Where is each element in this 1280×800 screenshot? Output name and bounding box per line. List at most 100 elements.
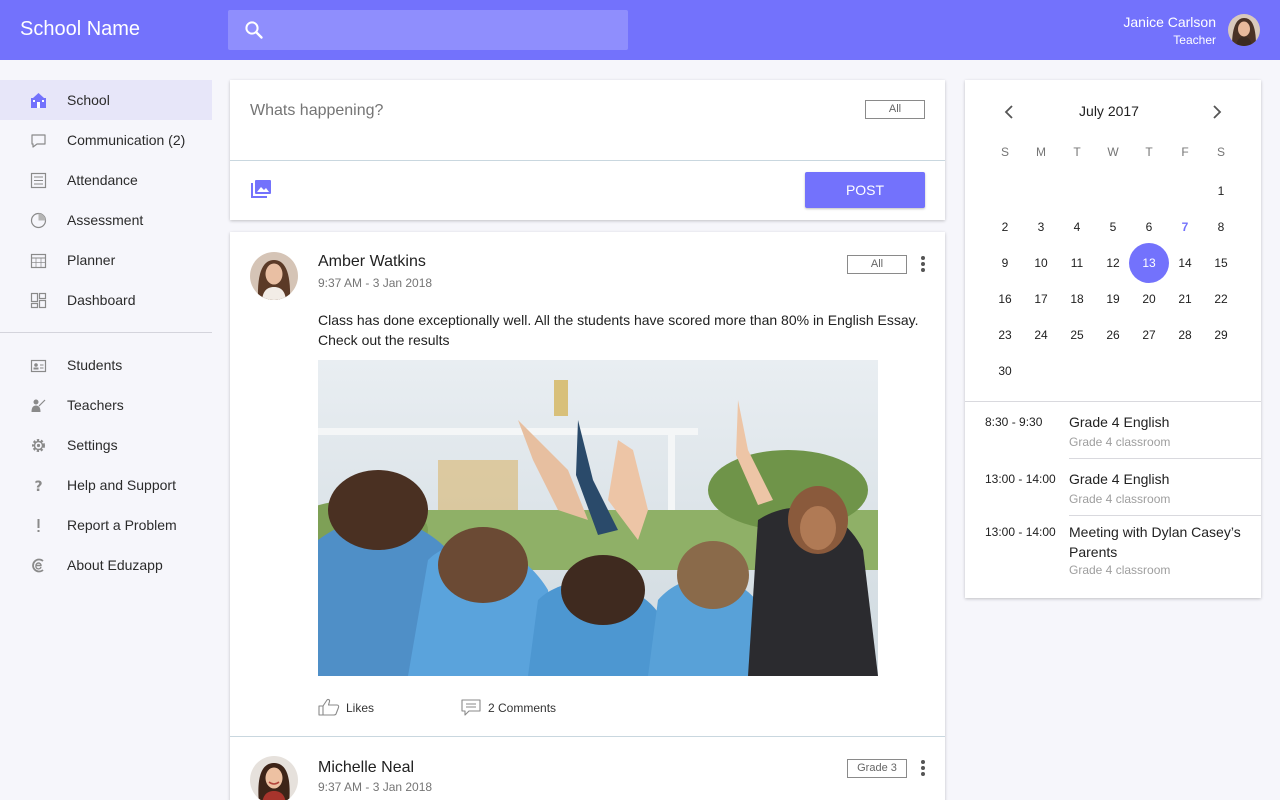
sidebar-item-report-problem[interactable]: Report a Problem bbox=[0, 505, 212, 545]
calendar-day[interactable]: 15 bbox=[1201, 243, 1241, 283]
search-icon bbox=[245, 21, 263, 39]
likes-label[interactable]: Likes bbox=[346, 701, 374, 715]
calendar-day[interactable]: 22 bbox=[1201, 279, 1241, 319]
calendar-day-selected[interactable]: 13 bbox=[1129, 243, 1169, 283]
calendar-day[interactable]: 1 bbox=[1201, 171, 1241, 211]
sidebar-item-label: Dashboard bbox=[67, 292, 136, 308]
weekday-label: W bbox=[1107, 145, 1119, 159]
post-button[interactable]: POST bbox=[805, 172, 925, 208]
post-author[interactable]: Amber Watkins bbox=[318, 253, 426, 271]
question-icon: ? bbox=[34, 479, 42, 494]
calendar-day[interactable]: 11 bbox=[1057, 243, 1097, 283]
calendar-card: July 2017 S M T W T F S 1 2 3 4 5 6 7 8 9 10 11 12 13 14 15 16… bbox=[965, 80, 1261, 598]
calendar-day[interactable]: 4 bbox=[1057, 207, 1097, 247]
id-card-icon bbox=[30, 359, 47, 373]
teacher-icon bbox=[31, 399, 46, 412]
sidebar-item-students[interactable]: Students bbox=[0, 345, 212, 385]
audience-selector[interactable]: All bbox=[865, 100, 925, 119]
sidebar-item-label: Teachers bbox=[67, 397, 124, 413]
comments-label[interactable]: 2 Comments bbox=[488, 701, 556, 715]
sidebar-item-label: Settings bbox=[67, 437, 118, 453]
event-time: 8:30 - 9:30 bbox=[985, 415, 1043, 429]
post-photo[interactable] bbox=[318, 360, 878, 676]
school-name: School Name bbox=[20, 18, 141, 40]
sidebar-primary: School Communication (2) Attendance Asse… bbox=[0, 80, 212, 320]
sidebar-item-assessment[interactable]: Assessment bbox=[0, 200, 212, 240]
event-title[interactable]: Meeting with Dylan Casey’s Parents bbox=[1069, 522, 1249, 562]
calendar-day[interactable]: 27 bbox=[1129, 315, 1169, 355]
event-location: Grade 4 classroom bbox=[1069, 435, 1171, 449]
event-time: 13:00 - 14:00 bbox=[985, 525, 1056, 539]
calendar-day[interactable]: 5 bbox=[1093, 207, 1133, 247]
school-icon bbox=[31, 93, 46, 108]
calendar-day[interactable]: 19 bbox=[1093, 279, 1133, 319]
calendar-day[interactable]: 26 bbox=[1093, 315, 1133, 355]
user-avatar[interactable] bbox=[1228, 14, 1260, 46]
calendar-day[interactable]: 16 bbox=[985, 279, 1025, 319]
sidebar-item-label: Report a Problem bbox=[67, 517, 177, 533]
calendar-day[interactable]: 24 bbox=[1021, 315, 1061, 355]
calendar-day[interactable]: 30 bbox=[985, 351, 1025, 391]
chevron-right-icon[interactable] bbox=[1211, 104, 1223, 120]
sidebar-item-help[interactable]: ? Help and Support bbox=[0, 465, 212, 505]
event-title[interactable]: Grade 4 English bbox=[1069, 412, 1249, 432]
post-author[interactable]: Michelle Neal bbox=[318, 759, 414, 777]
calendar-day[interactable]: 3 bbox=[1021, 207, 1061, 247]
weekday-label: S bbox=[1000, 145, 1009, 159]
calendar-day[interactable]: 2 bbox=[985, 207, 1025, 247]
calendar-day[interactable]: 20 bbox=[1129, 279, 1169, 319]
image-icon[interactable] bbox=[250, 179, 272, 199]
sidebar-item-teachers[interactable]: Teachers bbox=[0, 385, 212, 425]
event-location: Grade 4 classroom bbox=[1069, 492, 1171, 506]
post-divider bbox=[230, 736, 945, 737]
post-composer: Whats happening? All POST bbox=[230, 80, 945, 220]
sidebar-item-settings[interactable]: Settings bbox=[0, 425, 212, 465]
feed-card: Amber Watkins 9:37 AM - 3 Jan 2018 All C… bbox=[230, 232, 945, 800]
calendar-day[interactable]: 23 bbox=[985, 315, 1025, 355]
like-icon[interactable] bbox=[318, 698, 340, 716]
gear-icon bbox=[32, 439, 45, 452]
calendar-day[interactable]: 17 bbox=[1021, 279, 1061, 319]
sidebar-item-school[interactable]: School bbox=[0, 80, 212, 120]
post-audience-badge: Grade 3 bbox=[847, 759, 907, 778]
top-app-bar: School Name Janice Carlson Teacher bbox=[0, 0, 1280, 60]
calendar-day[interactable]: 10 bbox=[1021, 243, 1061, 283]
pie-chart-icon bbox=[30, 212, 47, 229]
comment-icon[interactable] bbox=[461, 699, 481, 716]
weekday-label: S bbox=[1216, 145, 1225, 159]
post-input[interactable]: Whats happening? bbox=[250, 102, 383, 120]
sidebar-item-dashboard[interactable]: Dashboard bbox=[0, 280, 212, 320]
search-bar[interactable] bbox=[228, 10, 628, 50]
calendar-day[interactable]: 8 bbox=[1201, 207, 1241, 247]
weekday-label: F bbox=[1181, 145, 1189, 159]
user-role: Teacher bbox=[1173, 33, 1216, 47]
author-avatar[interactable] bbox=[250, 252, 298, 300]
sidebar-divider bbox=[0, 332, 212, 333]
event-location: Grade 4 classroom bbox=[1069, 563, 1171, 577]
calendar-day[interactable]: 25 bbox=[1057, 315, 1097, 355]
event-divider bbox=[1069, 458, 1261, 459]
calendar-day[interactable]: 9 bbox=[985, 243, 1025, 283]
calendar-grid-icon bbox=[30, 253, 47, 269]
post-timestamp: 9:37 AM - 3 Jan 2018 bbox=[318, 780, 433, 794]
sidebar-item-communication[interactable]: Communication (2) bbox=[0, 120, 212, 160]
sidebar-item-planner[interactable]: Planner bbox=[0, 240, 212, 280]
more-options-icon[interactable] bbox=[921, 256, 925, 274]
sidebar-item-about[interactable]: About Eduzapp bbox=[0, 545, 212, 585]
calendar-day[interactable]: 6 bbox=[1129, 207, 1169, 247]
calendar-day[interactable]: 12 bbox=[1093, 243, 1133, 283]
calendar-day[interactable]: 21 bbox=[1165, 279, 1205, 319]
sidebar-item-label: Assessment bbox=[67, 212, 144, 228]
calendar-day[interactable]: 18 bbox=[1057, 279, 1097, 319]
sidebar-item-attendance[interactable]: Attendance bbox=[0, 160, 212, 200]
sidebar-item-label: Planner bbox=[67, 252, 116, 268]
event-title[interactable]: Grade 4 English bbox=[1069, 469, 1249, 489]
exclamation-icon bbox=[37, 519, 40, 532]
calendar-day[interactable]: 7 bbox=[1165, 207, 1205, 247]
user-name[interactable]: Janice Carlson bbox=[1123, 14, 1216, 30]
more-options-icon[interactable] bbox=[921, 760, 925, 778]
author-avatar[interactable] bbox=[250, 756, 298, 800]
calendar-day[interactable]: 29 bbox=[1201, 315, 1241, 355]
calendar-day[interactable]: 28 bbox=[1165, 315, 1205, 355]
calendar-day[interactable]: 14 bbox=[1165, 243, 1205, 283]
